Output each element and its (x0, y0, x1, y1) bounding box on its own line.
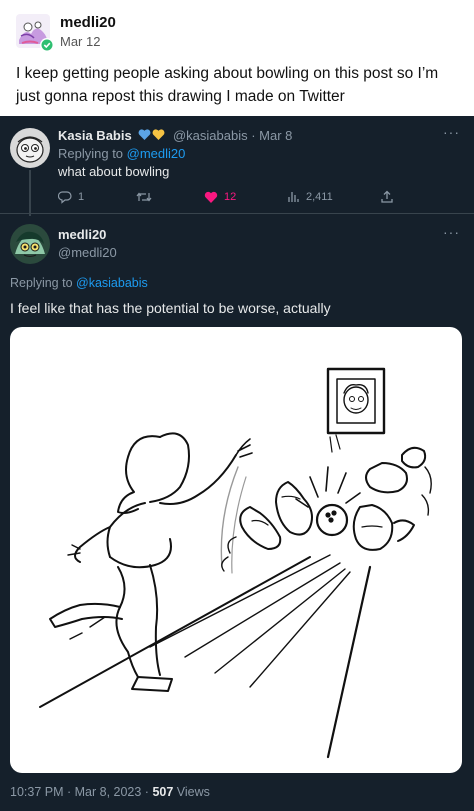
main-tweet: medli20 @medli20 ··· Replying to @kasiab… (0, 214, 474, 811)
main-author-avatar[interactable] (10, 224, 50, 264)
replying-prefix: Replying to (10, 276, 77, 290)
main-tweet-text: I feel like that has the potential to be… (10, 300, 331, 316)
reply-text: what about bowling (58, 164, 170, 179)
post-date[interactable]: Mar 12 (60, 34, 100, 49)
replying-mention-link[interactable]: @kasiababis (76, 276, 148, 290)
reply-author-avatar[interactable] (10, 128, 50, 168)
tweet-meta: 10:37 PM · Mar 8, 2023 · 507 Views (10, 785, 210, 799)
share-icon (381, 190, 393, 203)
tweet-timestamp[interactable]: 10:37 PM · Mar 8, 2023 · (10, 785, 152, 799)
reply-author-handle[interactable]: @kasiababis (173, 128, 248, 143)
reply-author-line: Kasia Babis @kasiababis · Mar 8 (58, 128, 292, 144)
share-button[interactable] (380, 188, 394, 206)
more-options-icon[interactable]: ··· (443, 124, 460, 140)
reply-date[interactable]: Mar 8 (259, 128, 292, 143)
author-avatar[interactable] (16, 14, 54, 52)
views-button[interactable]: 2,411 (286, 188, 333, 206)
like-count: 12 (224, 191, 237, 203)
tweet-actions: 1 12 2,411 (58, 188, 448, 206)
heart-icon (204, 191, 218, 203)
reply-replying-to: Replying to @medli20 (58, 146, 185, 161)
replying-mention-link[interactable]: @medli20 (127, 146, 186, 161)
reply-author-name[interactable]: Kasia Babis (58, 128, 132, 143)
verified-badge-icon (41, 39, 53, 51)
main-replying-to: Replying to @kasiababis (10, 276, 148, 290)
twitter-screenshot: Kasia Babis @kasiababis · Mar 8 Replying… (0, 116, 474, 811)
main-author-handle[interactable]: @medli20 (58, 245, 117, 260)
post-header: medli20 Mar 12 (16, 12, 456, 56)
author-name[interactable]: medli20 (60, 14, 116, 31)
main-author-name[interactable]: medli20 (58, 227, 106, 242)
like-button[interactable]: 12 (204, 188, 236, 206)
reply-count: 1 (78, 191, 85, 203)
more-options-icon[interactable]: ··· (443, 224, 460, 240)
retweet-icon (136, 192, 152, 202)
retweet-button[interactable] (136, 188, 152, 206)
separator: · (251, 128, 256, 143)
replying-prefix: Replying to (58, 146, 127, 161)
reply-icon (58, 191, 72, 204)
views-count: 507 (152, 785, 174, 799)
thread-connector (29, 170, 31, 216)
views-icon (288, 192, 299, 202)
heart-emoji-icon (138, 129, 166, 144)
reply-tweet[interactable]: Kasia Babis @kasiababis · Mar 8 Replying… (0, 116, 474, 216)
views-count: 2,411 (306, 191, 333, 203)
post-text: I keep getting people asking about bowli… (16, 65, 439, 105)
views-label: Views (173, 785, 210, 799)
bowling-drawing-image[interactable] (10, 327, 462, 773)
reply-button[interactable]: 1 (58, 188, 84, 206)
